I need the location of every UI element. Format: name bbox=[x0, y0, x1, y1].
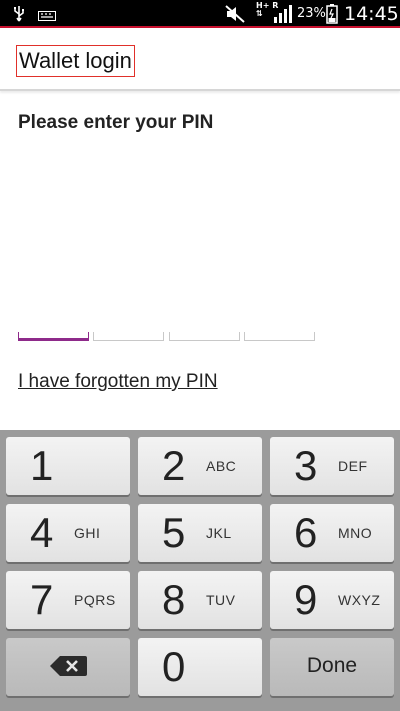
key-5-button[interactable]: 5 JKL bbox=[138, 504, 262, 562]
key-6-button[interactable]: 6 MNO bbox=[270, 504, 394, 562]
key-digit: 0 bbox=[162, 643, 186, 690]
pin-digit-1-field[interactable] bbox=[18, 332, 89, 341]
key-3-button[interactable]: 3 DEF bbox=[270, 437, 394, 495]
key-letters: DEF bbox=[338, 458, 368, 474]
app-bar: Wallet login bbox=[0, 30, 400, 91]
pin-digit-4-field[interactable] bbox=[244, 332, 315, 341]
done-label: Done bbox=[306, 654, 358, 677]
keyboard-icon bbox=[38, 8, 56, 26]
pin-digit-2-field[interactable] bbox=[93, 332, 164, 341]
key-9-button[interactable]: 9 WXYZ bbox=[270, 571, 394, 629]
battery-percent: 23% bbox=[297, 6, 326, 21]
status-time: 14:45 bbox=[344, 3, 399, 25]
pin-prompt: Please enter your PIN bbox=[18, 112, 214, 133]
key-8-button[interactable]: 8 TUV bbox=[138, 571, 262, 629]
key-digit: 9 bbox=[294, 576, 318, 623]
key-7-button[interactable]: 7 PQRS bbox=[6, 571, 130, 629]
backspace-button[interactable] bbox=[6, 638, 130, 696]
battery-icon bbox=[326, 4, 338, 29]
numeric-keypad: 1 2 ABC 3 DEF 4 GHI 5 JKL 6 MNO 7 PQRS 8… bbox=[0, 430, 400, 711]
key-0-button[interactable]: 0 bbox=[138, 638, 262, 696]
key-digit: 3 bbox=[294, 442, 318, 489]
key-digit: 5 bbox=[162, 509, 186, 556]
page-title: Wallet login bbox=[16, 45, 135, 77]
done-button[interactable]: Done bbox=[270, 638, 394, 696]
key-letters: TUV bbox=[206, 592, 236, 608]
key-digit: 4 bbox=[30, 509, 54, 556]
usb-icon bbox=[12, 5, 26, 28]
key-digit: 8 bbox=[162, 576, 186, 623]
forgot-pin-link[interactable]: I have forgotten my PIN bbox=[18, 371, 218, 393]
key-letters: JKL bbox=[206, 525, 232, 541]
key-1-button[interactable]: 1 bbox=[6, 437, 130, 495]
key-2-button[interactable]: 2 ABC bbox=[138, 437, 262, 495]
pin-digit-3-field[interactable] bbox=[169, 332, 240, 341]
key-letters: MNO bbox=[338, 525, 373, 541]
key-letters: ABC bbox=[206, 458, 237, 474]
key-letters: PQRS bbox=[74, 592, 116, 608]
key-digit: 7 bbox=[30, 576, 54, 623]
key-digit: 1 bbox=[30, 442, 54, 489]
key-letters: GHI bbox=[74, 525, 101, 541]
backspace-icon bbox=[48, 654, 88, 683]
status-bar: H+ R ⇅ 23% 14:45 bbox=[0, 0, 400, 28]
key-digit: 2 bbox=[162, 442, 186, 489]
key-letters: WXYZ bbox=[338, 592, 381, 608]
mute-icon bbox=[224, 4, 246, 29]
key-4-button[interactable]: 4 GHI bbox=[6, 504, 130, 562]
key-digit: 6 bbox=[294, 509, 318, 556]
signal-icon bbox=[273, 4, 293, 29]
